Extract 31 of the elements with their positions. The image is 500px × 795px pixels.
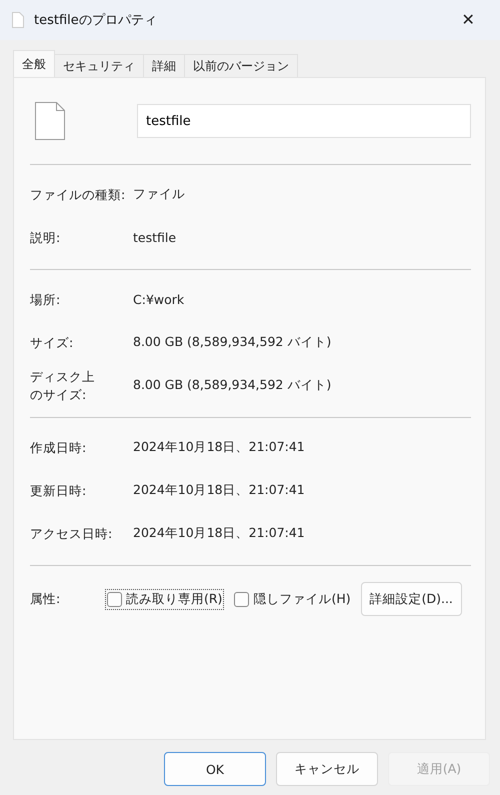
window-title: testfileのプロパティ xyxy=(34,12,158,29)
property-value: 8.00 GB (8,589,934,592 バイト) xyxy=(133,334,332,351)
property-label: 作成日時: xyxy=(30,438,88,456)
property-value: 2024年10月18日、21:07:41 xyxy=(133,482,306,499)
file-name-field[interactable]: testfile xyxy=(137,104,471,138)
checkbox-option[interactable]: 隠しファイル(H) xyxy=(232,588,353,610)
checkbox[interactable] xyxy=(234,592,250,606)
property-value: 2024年10月18日、21:07:41 xyxy=(133,525,306,542)
property-value: 8.00 GB (8,589,934,592 バイト) xyxy=(133,377,332,394)
dialog-button[interactable]: OK xyxy=(164,752,266,786)
property-label: 説明: xyxy=(30,228,62,246)
tab[interactable]: 全般 xyxy=(13,50,55,77)
checkbox[interactable] xyxy=(107,592,122,606)
advanced-button[interactable]: 詳細設定(D)... xyxy=(360,582,462,616)
property-label: ファイルの種類: xyxy=(30,186,126,204)
property-value: ファイル xyxy=(133,186,186,203)
property-value: testfile xyxy=(133,230,178,245)
property-label: 属性: xyxy=(30,590,62,608)
checkbox-option[interactable]: 読み取り専用(R) xyxy=(105,588,224,610)
property-label: 更新日時: xyxy=(30,482,88,500)
property-label: ディスク上のサイズ: xyxy=(30,368,96,404)
dialog-button[interactable]: キャンセル xyxy=(276,752,378,786)
close-button[interactable]: ✕ xyxy=(448,4,488,36)
property-value: C:¥work xyxy=(133,292,186,307)
property-label: 場所: xyxy=(30,290,62,308)
tab[interactable]: 以前のバージョン xyxy=(184,54,298,77)
file-icon xyxy=(35,102,65,140)
file-icon xyxy=(12,12,24,28)
property-value: 2024年10月18日、21:07:41 xyxy=(133,439,306,456)
property-label: アクセス日時: xyxy=(30,524,114,542)
property-label: サイズ: xyxy=(30,334,74,352)
